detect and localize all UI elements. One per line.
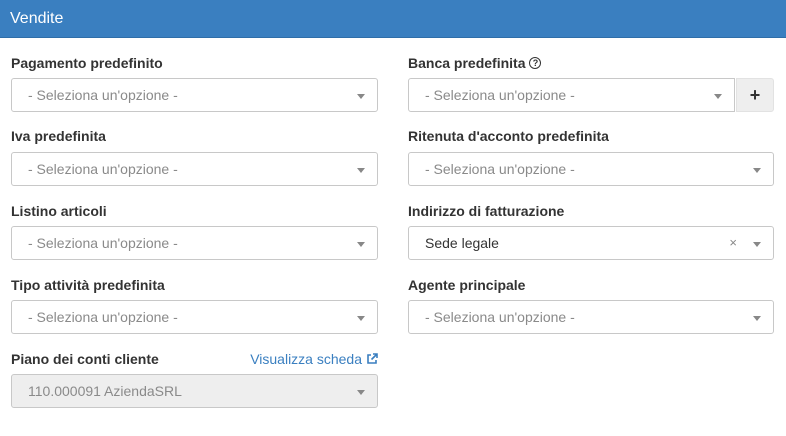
listino-select[interactable]: - Seleziona un'opzione - [11, 226, 378, 260]
tipo-attivita-label-row: Tipo attività predefinita [11, 275, 378, 295]
pagamento-label: Pagamento predefinito [11, 55, 163, 71]
indirizzo-label: Indirizzo di fatturazione [408, 203, 565, 219]
iva-placeholder: - Seleziona un'opzione - [28, 161, 178, 177]
indirizzo-label-row: Indirizzo di fatturazione [408, 201, 774, 221]
banca-label-text: Banca predefinita [408, 55, 526, 71]
chevron-down-icon [714, 94, 722, 99]
iva-select[interactable]: - Seleziona un'opzione - [11, 152, 378, 186]
panel-header: Vendite [0, 0, 786, 38]
chevron-down-icon [753, 168, 761, 173]
banca-select[interactable]: - Seleziona un'opzione - [408, 78, 735, 112]
visualizza-scheda-text: Visualizza scheda [250, 351, 362, 367]
agente-select[interactable]: - Seleziona un'opzione - [408, 300, 774, 334]
banca-placeholder: - Seleziona un'opzione - [425, 87, 575, 103]
tipo-attivita-placeholder: - Seleziona un'opzione - [28, 309, 178, 325]
tipo-attivita-label: Tipo attività predefinita [11, 277, 165, 293]
ritenuta-placeholder: - Seleziona un'opzione - [425, 161, 575, 177]
plus-icon: + [749, 84, 761, 105]
question-circle-icon[interactable]: ? [529, 57, 542, 69]
listino-placeholder: - Seleziona un'opzione - [28, 235, 178, 251]
ritenuta-select[interactable]: - Seleziona un'opzione - [408, 152, 774, 186]
tipo-attivita-select[interactable]: - Seleziona un'opzione - [11, 300, 378, 334]
panel-title: Vendite [10, 9, 64, 27]
piano-conti-label-row: Piano dei conti cliente Visualizza sched… [11, 349, 378, 369]
external-link-icon [367, 353, 378, 364]
close-icon[interactable]: × [729, 235, 737, 250]
agente-label: Agente principale [408, 277, 526, 293]
pagamento-placeholder: - Seleziona un'opzione - [28, 87, 178, 103]
banca-label-row: Banca predefinita ? [408, 53, 774, 73]
banca-label: Banca predefinita ? [408, 55, 542, 71]
piano-conti-label: Piano dei conti cliente [11, 351, 159, 367]
chevron-down-icon [357, 94, 365, 99]
agente-label-row: Agente principale [408, 275, 774, 295]
pagamento-label-row: Pagamento predefinito [11, 53, 378, 73]
add-banca-button[interactable]: + [736, 78, 774, 112]
chevron-down-icon [357, 390, 365, 395]
indirizzo-value: Sede legale [425, 235, 499, 251]
ritenuta-label: Ritenuta d'acconto predefinita [408, 128, 609, 144]
iva-label: Iva predefinita [11, 128, 106, 144]
ritenuta-label-row: Ritenuta d'acconto predefinita [408, 126, 774, 146]
listino-label: Listino articoli [11, 203, 107, 219]
chevron-down-icon [357, 168, 365, 173]
listino-label-row: Listino articoli [11, 201, 378, 221]
agente-placeholder: - Seleziona un'opzione - [425, 309, 575, 325]
chevron-down-icon [753, 316, 761, 321]
indirizzo-select[interactable]: Sede legale × [408, 226, 774, 260]
pagamento-select[interactable]: - Seleziona un'opzione - [11, 78, 378, 112]
chevron-down-icon [357, 242, 365, 247]
iva-label-row: Iva predefinita [11, 126, 378, 146]
chevron-down-icon [753, 242, 761, 247]
piano-conti-select: 110.000091 AziendaSRL [11, 374, 378, 408]
chevron-down-icon [357, 316, 365, 321]
piano-conti-value: 110.000091 AziendaSRL [28, 383, 182, 399]
visualizza-scheda-link[interactable]: Visualizza scheda [250, 351, 378, 367]
